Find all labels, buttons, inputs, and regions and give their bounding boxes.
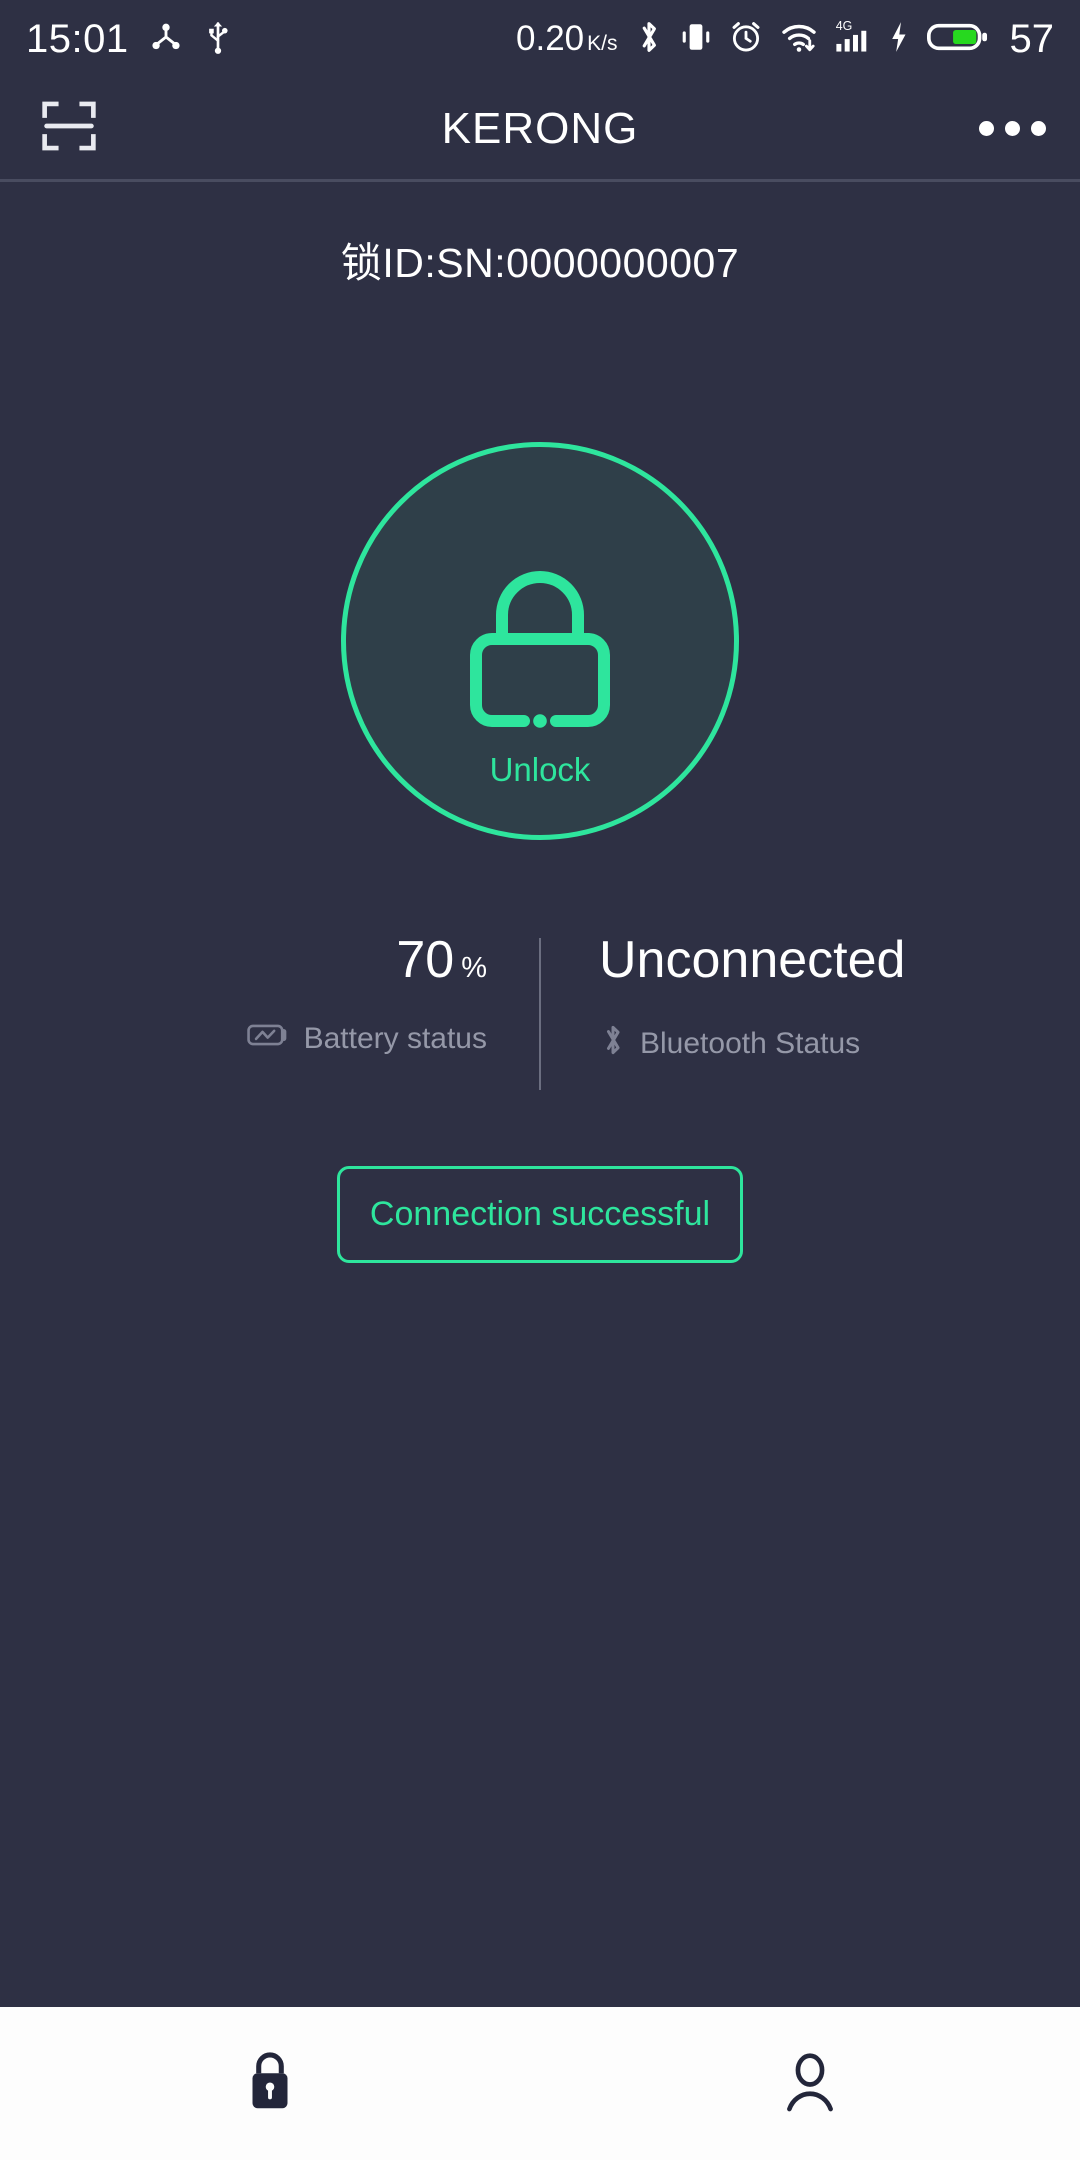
battery-status-value: 70 % — [396, 931, 487, 989]
unlock-button[interactable]: Unlock — [341, 442, 739, 840]
more-horizontal-icon — [1031, 121, 1046, 136]
svg-text:4G: 4G — [835, 19, 852, 33]
scan-qr-button[interactable] — [34, 94, 104, 164]
network-speed: 0.20 K/s — [516, 19, 617, 59]
nav-item-lock[interactable] — [0, 2007, 540, 2160]
battery-status-icon — [246, 1022, 291, 1056]
vibrate-icon — [680, 20, 712, 59]
page-title: KERONG — [441, 103, 639, 153]
wifi-icon — [780, 20, 818, 59]
unlock-button-label: Unlock — [489, 751, 591, 788]
padlock-filled-icon — [238, 2046, 302, 2121]
battery-status-label: Battery status — [303, 1022, 487, 1056]
bluetooth-status-label: Bluetooth Status — [640, 1027, 861, 1061]
battery-icon — [926, 20, 989, 59]
app-bar: KERONG — [0, 78, 1080, 182]
nav-item-profile[interactable] — [540, 2007, 1080, 2160]
lock-button-area: Unlock — [0, 442, 1080, 840]
battery-status-block: 70 % Battery status — [209, 931, 539, 1090]
overflow-menu-button[interactable] — [966, 94, 1046, 164]
person-outline-icon — [778, 2046, 842, 2121]
usb-icon — [203, 20, 233, 59]
status-bar-left: 15:01 — [26, 17, 233, 62]
charging-bolt-icon — [888, 20, 910, 59]
status-bar-right: 0.20 K/s 4G 57 — [516, 17, 1054, 62]
connection-button-area: Connection successful — [0, 1166, 1080, 1263]
device-status-row: 70 % Battery status Unconnected Bluetoot… — [0, 931, 1080, 1090]
bluetooth-status-value: Unconnected — [599, 931, 906, 989]
padlock-outline-icon — [440, 547, 640, 752]
connection-status-button[interactable]: Connection successful — [336, 1166, 744, 1263]
bottom-navigation-bar — [0, 2007, 1080, 2160]
scan-qr-icon — [40, 97, 98, 160]
bluetooth-status-caption: Bluetooth Status — [599, 1022, 860, 1066]
more-horizontal-icon — [979, 121, 994, 136]
status-bar: 15:01 0.20 K/s 4G 57 — [0, 0, 1080, 78]
more-horizontal-icon — [1005, 121, 1020, 136]
battery-status-caption: Battery status — [246, 1022, 487, 1056]
bluetooth-status-block: Unconnected Bluetooth Status — [541, 931, 905, 1090]
network-speed-value: 0.20 — [516, 19, 585, 58]
share-nodes-icon — [149, 20, 183, 59]
signal-4g-icon: 4G — [835, 18, 871, 61]
battery-percent-label: 57 — [1009, 16, 1055, 61]
battery-status-number: 70 — [396, 931, 455, 989]
lock-id-label: 锁ID:SN:0000000007 — [340, 240, 740, 286]
bluetooth-icon — [635, 18, 663, 61]
alarm-clock-icon — [729, 20, 763, 59]
status-bar-clock: 15:01 — [26, 16, 129, 61]
battery-status-unit: % — [461, 952, 487, 984]
bluetooth-icon — [599, 1022, 627, 1066]
network-speed-unit: K/s — [587, 32, 618, 55]
